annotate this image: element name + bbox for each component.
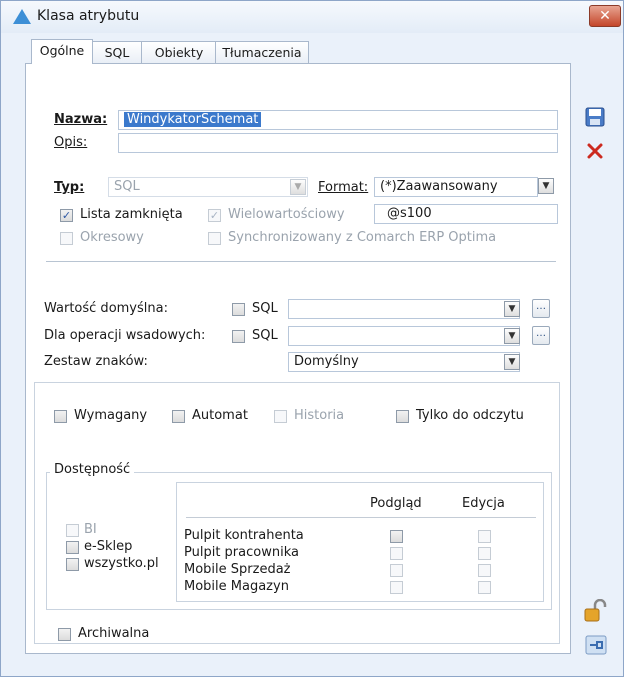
tab-ogolne[interactable]: Ogólne bbox=[31, 39, 93, 64]
channel-esklep-label: e-Sklep bbox=[84, 539, 133, 554]
channel-wszystko-checkbox[interactable] bbox=[66, 558, 79, 571]
edit-checkbox-pulpit-pracownika[interactable] bbox=[478, 547, 491, 560]
required-label: Wymagany bbox=[74, 408, 148, 423]
archive-label: Archiwalna bbox=[78, 626, 150, 641]
charset-dropdown-arrow[interactable]: ▼ bbox=[504, 354, 520, 370]
name-label: Nazwa: bbox=[54, 112, 108, 127]
col-edit-header: Edycja bbox=[462, 496, 505, 511]
window-title: Klasa atrybutu bbox=[37, 8, 140, 24]
row-label-mobile-magazyn: Mobile Magazyn bbox=[184, 579, 289, 594]
history-checkbox[interactable] bbox=[274, 410, 287, 423]
auto-checkbox[interactable] bbox=[172, 410, 185, 423]
readonly-label: Tylko do odczytu bbox=[416, 408, 524, 423]
charset-select[interactable]: Domyślny bbox=[288, 352, 520, 372]
preview-checkbox-mobile-sprzedaz[interactable] bbox=[390, 564, 403, 577]
closed-list-label: Lista zamknięta bbox=[80, 207, 183, 222]
unlock-icon bbox=[584, 598, 607, 622]
preview-checkbox-pulpit-kontrahenta[interactable] bbox=[390, 530, 403, 543]
save-icon bbox=[585, 107, 605, 127]
default-value-label: Wartość domyślna: bbox=[44, 301, 168, 316]
format-label: Format: bbox=[318, 180, 369, 195]
title-bar: Klasa atrybutu ✕ bbox=[1, 1, 623, 33]
pin-icon bbox=[585, 635, 607, 655]
triangle-app-icon bbox=[13, 9, 31, 24]
required-checkbox[interactable] bbox=[54, 410, 67, 423]
delete-icon bbox=[587, 143, 603, 159]
multivalue-label: Wielowartościowy bbox=[228, 207, 345, 222]
format-dropdown-arrow[interactable]: ▼ bbox=[538, 178, 554, 194]
edit-checkbox-mobile-magazyn[interactable] bbox=[478, 581, 491, 594]
col-preview-header: Podgląd bbox=[370, 496, 422, 511]
sync-checkbox[interactable] bbox=[208, 232, 221, 245]
tab-sql[interactable]: SQL bbox=[91, 41, 143, 64]
default-value-select[interactable] bbox=[288, 299, 520, 319]
default-value-ellipsis-button[interactable]: … bbox=[532, 299, 550, 318]
format-string-input[interactable]: @s100 bbox=[374, 204, 558, 224]
batch-sql-label: SQL bbox=[252, 328, 278, 343]
default-sql-label: SQL bbox=[252, 301, 278, 316]
availability-title: Dostępność bbox=[50, 462, 135, 477]
format-select[interactable]: (*)Zaawansowany bbox=[374, 177, 538, 197]
default-value-dropdown-arrow[interactable]: ▼ bbox=[504, 301, 520, 317]
section-divider bbox=[46, 261, 556, 262]
archive-checkbox[interactable] bbox=[58, 628, 71, 641]
batch-sql-checkbox[interactable] bbox=[232, 330, 245, 343]
edit-checkbox-mobile-sprzedaz[interactable] bbox=[478, 564, 491, 577]
row-label-mobile-sprzedaz: Mobile Sprzedaż bbox=[184, 562, 291, 577]
history-label: Historia bbox=[294, 408, 345, 423]
row-label-pulpit-kontrahenta: Pulpit kontrahenta bbox=[184, 528, 304, 543]
save-button[interactable] bbox=[585, 107, 605, 127]
type-label: Typ: bbox=[54, 180, 85, 195]
batch-label: Dla operacji wsadowych: bbox=[44, 328, 206, 343]
batch-select[interactable] bbox=[288, 326, 520, 346]
channel-bi-label: BI bbox=[84, 522, 97, 537]
dialog-window: Klasa atrybutu ✕ Ogólne SQL Obiekty Tłum… bbox=[0, 0, 624, 677]
default-sql-checkbox[interactable] bbox=[232, 303, 245, 316]
type-dropdown-arrow[interactable]: ▼ bbox=[290, 179, 306, 195]
batch-ellipsis-button[interactable]: … bbox=[532, 326, 550, 345]
name-input[interactable]: WindykatorSchemat bbox=[118, 110, 558, 130]
table-header-divider bbox=[186, 517, 536, 518]
delete-button[interactable] bbox=[585, 141, 605, 161]
type-select[interactable]: SQL bbox=[108, 177, 308, 197]
channel-esklep-checkbox[interactable] bbox=[66, 541, 79, 554]
edit-checkbox-pulpit-kontrahenta[interactable] bbox=[478, 530, 491, 543]
periodic-checkbox[interactable] bbox=[60, 232, 73, 245]
multivalue-checkbox[interactable]: ✓ bbox=[208, 209, 221, 222]
preview-checkbox-mobile-magazyn[interactable] bbox=[390, 581, 403, 594]
readonly-checkbox[interactable] bbox=[396, 410, 409, 423]
row-label-pulpit-pracownika: Pulpit pracownika bbox=[184, 545, 299, 560]
sync-label: Synchronizowany z Comarch ERP Optima bbox=[228, 230, 497, 245]
channel-wszystko-label: wszystko.pl bbox=[84, 556, 159, 571]
batch-dropdown-arrow[interactable]: ▼ bbox=[504, 328, 520, 344]
charset-label: Zestaw znaków: bbox=[44, 354, 148, 369]
tab-obiekty[interactable]: Obiekty bbox=[141, 41, 217, 64]
general-panel: Nazwa: WindykatorSchemat Opis: Typ: SQL … bbox=[25, 63, 571, 654]
tab-tlumaczenia[interactable]: Tłumaczenia bbox=[215, 41, 309, 64]
periodic-label: Okresowy bbox=[80, 230, 144, 245]
closed-list-checkbox[interactable]: ✓ bbox=[60, 209, 73, 222]
auto-label: Automat bbox=[192, 408, 248, 423]
unlock-button[interactable] bbox=[583, 598, 607, 623]
close-button[interactable]: ✕ bbox=[589, 5, 621, 27]
preview-checkbox-pulpit-pracownika[interactable] bbox=[390, 547, 403, 560]
channel-bi-checkbox[interactable] bbox=[66, 524, 79, 537]
description-input[interactable] bbox=[118, 133, 558, 153]
description-label: Opis: bbox=[54, 135, 88, 150]
pin-button[interactable] bbox=[585, 635, 607, 655]
